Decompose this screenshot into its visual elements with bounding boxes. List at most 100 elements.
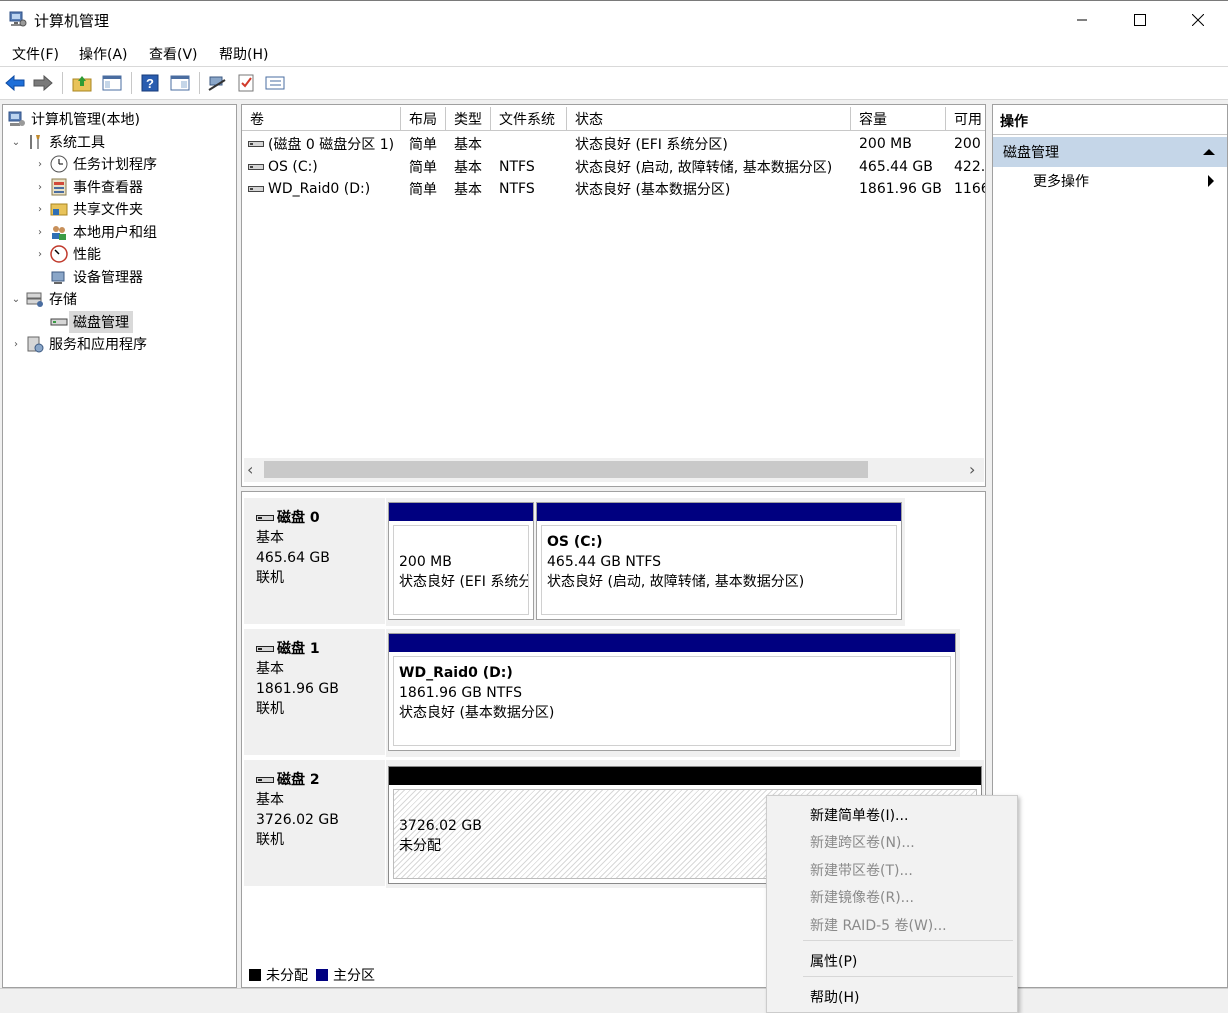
tree-item-disk-management[interactable]: 磁盘管理 — [47, 311, 133, 333]
menu-file[interactable]: 文件(F) — [12, 44, 59, 64]
chevron-right-icon[interactable]: › — [33, 159, 47, 170]
table-row[interactable]: (磁盘 0 磁盘分区 1) 简单 基本 状态良好 (EFI 系统分区) 200 … — [242, 133, 985, 155]
chevron-down-icon[interactable]: ⌄ — [9, 294, 23, 305]
maximize-button[interactable] — [1111, 1, 1169, 39]
tree-item-services[interactable]: › 服务和应用程序 — [9, 333, 147, 355]
minimize-icon — [1077, 19, 1087, 21]
disk-status: 联机 — [256, 570, 284, 586]
legend: 未分配 主分区 — [249, 966, 375, 984]
volume-icon — [248, 141, 264, 147]
actions-section-disk-management[interactable]: 磁盘管理 — [993, 137, 1227, 167]
column-header-filesystem[interactable]: 文件系统 — [491, 107, 567, 131]
list-view-button[interactable] — [264, 73, 286, 93]
up-one-level-button[interactable] — [71, 73, 93, 93]
tree-item-shared-folders[interactable]: › 共享文件夹 — [33, 198, 143, 220]
menu-item-new-simple-volume[interactable]: 新建简单卷(I)... — [810, 805, 908, 825]
menu-help[interactable]: 帮助(H) — [219, 44, 268, 64]
actions-section-label: 磁盘管理 — [1003, 145, 1059, 161]
menu-item-new-raid5-volume[interactable]: 新建 RAID-5 卷(W)... — [810, 915, 947, 935]
partition-title: WD_Raid0 (D:) — [399, 665, 513, 681]
menu-item-new-spanned-volume[interactable]: 新建跨区卷(N)... — [810, 832, 915, 852]
tree-label: 共享文件夹 — [73, 202, 143, 218]
close-icon — [1192, 14, 1204, 26]
tools-icon — [26, 133, 44, 151]
back-button[interactable] — [4, 73, 26, 93]
chevron-right-icon[interactable]: › — [33, 182, 47, 193]
scrollbar-thumb[interactable] — [264, 461, 868, 478]
disk-status: 联机 — [256, 832, 284, 848]
scroll-right-icon[interactable]: › — [969, 460, 975, 479]
column-header-free[interactable]: 可用 — [946, 107, 985, 131]
column-header-volume[interactable]: 卷 — [242, 107, 401, 131]
table-row[interactable]: WD_Raid0 (D:) 简单 基本 NTFS 状态良好 (基本数据分区) 1… — [242, 178, 985, 200]
menu-item-help[interactable]: 帮助(H) — [810, 987, 859, 1007]
toolbar: ? — [0, 66, 1228, 100]
submenu-arrow-icon[interactable] — [1207, 175, 1215, 187]
collapse-up-icon[interactable] — [1203, 148, 1215, 156]
help-icon: ? — [141, 74, 159, 92]
forward-button[interactable] — [32, 73, 54, 93]
tree-item-device-manager[interactable]: 设备管理器 — [47, 266, 143, 288]
menu-item-properties[interactable]: 属性(P) — [810, 951, 857, 971]
close-button[interactable] — [1169, 1, 1227, 39]
tree-item-system-tools[interactable]: ⌄ 系统工具 — [9, 131, 105, 153]
partition-os[interactable]: OS (C:) 465.44 GB NTFS 状态良好 (启动, 故障转储, 基… — [536, 502, 902, 620]
partition-efi[interactable]: 200 MB 状态良好 (EFI 系统分区) — [388, 502, 534, 620]
menu-item-new-mirrored-volume[interactable]: 新建镜像卷(R)... — [810, 887, 914, 907]
column-header-status[interactable]: 状态 — [567, 107, 851, 131]
chevron-right-icon[interactable]: › — [9, 339, 23, 350]
computer-management-icon — [8, 110, 26, 128]
disk-size: 465.64 GB — [256, 550, 330, 566]
column-header-layout[interactable]: 布局 — [401, 107, 446, 131]
show-hide-tree-button[interactable] — [101, 73, 123, 93]
partition-wd-raid0[interactable]: WD_Raid0 (D:) 1861.96 GB NTFS 状态良好 (基本数据… — [388, 633, 956, 751]
checklist-button[interactable] — [235, 73, 257, 93]
column-header-capacity[interactable]: 容量 — [851, 107, 946, 131]
tree-item-local-users[interactable]: › 本地用户和组 — [33, 221, 157, 243]
legend-swatch-unallocated — [249, 969, 261, 981]
chevron-right-icon[interactable]: › — [33, 249, 47, 260]
chevron-right-icon[interactable]: › — [33, 227, 47, 238]
properties-button[interactable] — [169, 73, 191, 93]
legend-label-unallocated: 未分配 — [266, 968, 308, 984]
event-viewer-icon — [50, 178, 68, 196]
type-cell: 基本 — [454, 137, 482, 153]
users-icon — [50, 223, 68, 241]
minimize-button[interactable] — [1053, 1, 1111, 39]
layout-cell: 简单 — [409, 160, 437, 176]
help-button[interactable]: ? — [139, 73, 161, 93]
scroll-left-icon[interactable]: ‹ — [247, 460, 253, 479]
layout-cell: 简单 — [409, 137, 437, 153]
computer-management-icon — [9, 11, 27, 27]
legend-swatch-primary — [316, 969, 328, 981]
more-actions-item[interactable]: 更多操作 — [1033, 171, 1089, 191]
partition-status: 状态良好 (启动, 故障转储, 基本数据分区) — [547, 574, 805, 590]
table-row[interactable]: OS (C:) 简单 基本 NTFS 状态良好 (启动, 故障转储, 基本数据分… — [242, 156, 985, 178]
capacity-cell: 465.44 GB — [859, 159, 933, 175]
tree-item-task-scheduler[interactable]: › 任务计划程序 — [33, 153, 157, 175]
tree-item-storage[interactable]: ⌄ 存储 — [9, 288, 77, 310]
tree-label: 事件查看器 — [73, 180, 143, 196]
column-header-type[interactable]: 类型 — [446, 107, 491, 131]
device-manager-icon — [50, 268, 68, 286]
chevron-right-icon[interactable]: › — [33, 204, 47, 215]
connect-button[interactable] — [206, 73, 228, 93]
navigation-tree: 计算机管理(本地) ⌄ 系统工具 › 任务计划程序 › 事件查看器 › 共享文件… — [2, 104, 237, 988]
disk-0-info[interactable]: 磁盘 0 基本 465.64 GB 联机 — [244, 498, 385, 624]
menu-view[interactable]: 查看(V) — [149, 44, 198, 64]
storage-icon — [26, 290, 44, 308]
shared-folder-icon — [50, 200, 68, 218]
disk-2-info[interactable]: 磁盘 2 基本 3726.02 GB 联机 — [244, 760, 385, 886]
menu-item-new-striped-volume[interactable]: 新建带区卷(T)... — [810, 860, 913, 880]
disk-name: 磁盘 2 — [277, 772, 320, 788]
filesystem-cell — [499, 133, 569, 155]
menu-action[interactable]: 操作(A) — [79, 44, 128, 64]
tree-item-performance[interactable]: › 性能 — [33, 243, 101, 265]
tree-item-root[interactable]: 计算机管理(本地) — [5, 108, 140, 130]
toolbar-separator — [62, 72, 63, 94]
tree-item-event-viewer[interactable]: › 事件查看器 — [33, 176, 143, 198]
services-icon — [26, 335, 44, 353]
disk-icon — [256, 515, 274, 521]
disk-1-info[interactable]: 磁盘 1 基本 1861.96 GB 联机 — [244, 629, 385, 755]
chevron-down-icon[interactable]: ⌄ — [9, 137, 23, 148]
